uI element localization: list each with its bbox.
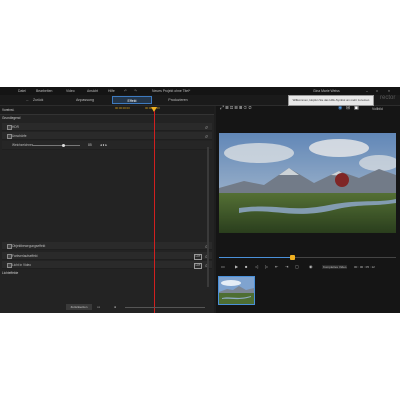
zoom-slider[interactable]	[125, 307, 205, 308]
tab-produce[interactable]: Produzieren	[158, 96, 198, 104]
fullscreen-icon[interactable]: ▢	[295, 264, 299, 269]
menu-item-file[interactable]: Datei	[18, 89, 26, 93]
zoom-out-icon[interactable]: ▭	[97, 305, 100, 309]
view-option-dropdown[interactable]: Vollbild	[372, 107, 383, 111]
ai-icon[interactable]: ◉	[338, 106, 342, 111]
playback-progress-fill	[219, 257, 292, 258]
snapshot-icon[interactable]: ▭	[221, 264, 225, 269]
player-controls: ▭ ▶ ■ ◁ ▷ ⇤ ⇥ ▢ ◉ Komplettes Video 00 : …	[219, 264, 396, 271]
toolbar-icons[interactable]: ⤢ ⊞ ⊡ ⊟ ⊞ ⊙ ⊘	[220, 106, 252, 111]
keyframe-controls[interactable]: ◂ ♦ ▸	[100, 143, 107, 147]
skip-forward-icon[interactable]: ⇥	[285, 264, 288, 269]
maximize-icon[interactable]: □	[376, 89, 378, 93]
reset-all-button[interactable]: Zurücksetzen	[66, 304, 92, 310]
back-arrow-icon[interactable]: ←	[26, 98, 29, 102]
zoom-in-icon[interactable]: ●	[114, 305, 116, 309]
effect-label: Unschärfe	[12, 133, 27, 138]
project-title: Neues Projekt ohne Titel*	[152, 89, 191, 93]
timecode-display: 00 : 00 : 05 : 12	[354, 265, 375, 269]
redo-icon[interactable]: ↷	[134, 89, 137, 93]
lut-icon[interactable]: LUT	[194, 253, 202, 260]
effect-row-softener[interactable]: Weichzeichner 85 ◂ ♦ ▸	[2, 141, 212, 150]
split-icon[interactable]: ▣	[354, 106, 359, 111]
user-name[interactable]: Gina Marie Weiss	[313, 89, 340, 93]
skip-back-icon[interactable]: ⇤	[275, 264, 278, 269]
compare-icon[interactable]: ⊞	[346, 106, 350, 111]
timeline-ruler[interactable]: 00:00:00:00 00:00:10:00	[0, 106, 214, 115]
reset-icon[interactable]: ↺	[205, 125, 208, 130]
playhead-line	[154, 111, 155, 313]
scrollbar[interactable]	[207, 147, 209, 287]
lut-icon[interactable]: LUT	[194, 262, 202, 269]
menu-item-help[interactable]: Hilfe	[108, 89, 115, 93]
menu-bar: Datei Bearbeiten Video Ansicht Hilfe ↶ ↷…	[0, 87, 400, 101]
ruler-tick: 00:00:00:00	[115, 106, 130, 110]
section-presets[interactable]: Voreinst.	[2, 108, 14, 112]
menu-item-video[interactable]: Video	[66, 89, 75, 93]
clip-thumbnail[interactable]	[218, 276, 255, 305]
effect-row-gradient[interactable]: Farbverlaufseffekt LUT ↺	[2, 252, 212, 260]
section-light-effects[interactable]: Lichteffekte	[2, 271, 18, 275]
effect-row-light[interactable]: Licht in Video LUT ↺	[2, 261, 212, 269]
playback-position-marker[interactable]	[290, 255, 295, 260]
prev-frame-icon[interactable]: ◁	[255, 264, 258, 269]
menu-item-view[interactable]: Ansicht	[87, 89, 98, 93]
strength-slider-thumb[interactable]	[62, 143, 65, 147]
time-range-dropdown[interactable]: Komplettes Video	[322, 265, 348, 269]
reset-icon[interactable]: ↺	[205, 134, 208, 139]
section-basic[interactable]: Grundlegend	[2, 116, 20, 120]
strength-value[interactable]: 85	[88, 143, 92, 147]
effect-row-object-motion[interactable]: Objektbewegungseffekt ↺	[2, 242, 212, 250]
tab-effect[interactable]: Effekt	[112, 96, 152, 104]
effect-label: Objektbewegungseffekt	[12, 243, 46, 248]
stop-icon[interactable]: ■	[245, 264, 247, 269]
play-icon[interactable]: ▶	[235, 264, 238, 269]
close-icon[interactable]: ×	[388, 89, 390, 93]
next-frame-icon[interactable]: ▷	[265, 264, 268, 269]
effect-row-blur[interactable]: Unschärfe ↺	[2, 132, 212, 140]
effect-label: HDR	[12, 124, 19, 129]
tab-adjustment[interactable]: Anpassung	[65, 96, 105, 104]
strength-slider-track[interactable]	[32, 145, 80, 146]
volume-icon[interactable]: ◉	[309, 264, 313, 269]
effect-label: Farbverlaufseffekt	[12, 253, 38, 258]
minimize-icon[interactable]: –	[366, 89, 368, 93]
effect-label: Licht in Video	[12, 262, 32, 267]
effect-row-hdr[interactable]: HDR ↺	[2, 123, 212, 131]
undo-icon[interactable]: ↶	[124, 89, 127, 93]
brand-logo-text: rector	[380, 95, 396, 101]
app-logo	[3, 88, 9, 101]
back-button[interactable]: Zurück	[33, 98, 43, 102]
menu-item-edit[interactable]: Bearbeiten	[36, 89, 52, 93]
effect-label: Weichzeichner	[12, 143, 33, 147]
help-tooltip: Willkommen, klopfen Sie das Hilfe-Symbol…	[288, 95, 374, 106]
video-preview[interactable]	[219, 133, 399, 233]
